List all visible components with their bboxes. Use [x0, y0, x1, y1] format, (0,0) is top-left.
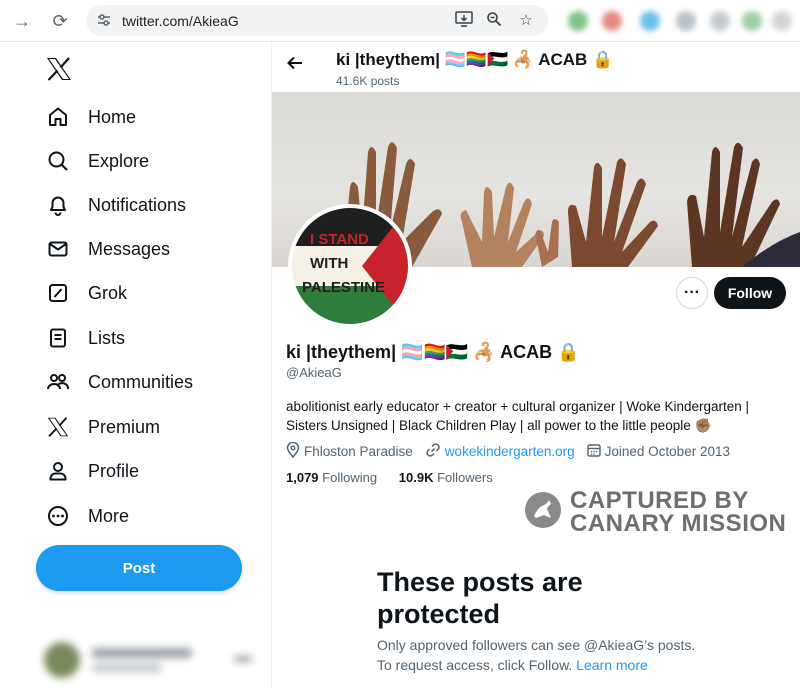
location: Fhloston Paradise [286, 441, 413, 461]
sidebar-item-premium[interactable]: Premium [44, 410, 160, 444]
location-text: Fhloston Paradise [304, 444, 413, 459]
more-options-button[interactable]: ··· [676, 277, 708, 309]
profile-display-name: ki |theythem| 🏳️‍⚧️🏳️‍🌈🇵🇸 🦂 ACAB 🔒 [286, 342, 580, 362]
sidebar-item-label: Lists [88, 327, 126, 348]
bookmark-star-icon[interactable]: ☆ [516, 11, 536, 29]
followers-count: 10.9K [398, 470, 434, 485]
protected-subtitle-prefix: To request access, click Follow. [377, 657, 577, 673]
home-icon [44, 103, 72, 131]
follow-button[interactable]: Follow [714, 277, 786, 309]
browser-toolbar: → ⟳ twitter.com/AkieaG ☆ [0, 0, 800, 42]
site-settings-icon[interactable] [96, 12, 112, 31]
profile-handle: @AkieaG [286, 365, 342, 380]
canary-logo-icon [524, 491, 562, 534]
profile-bio: abolitionist early educator + creator + … [286, 399, 750, 433]
following-link[interactable]: 1,079 Following [286, 470, 377, 485]
calendar-icon [586, 443, 601, 460]
header-display-name: ki |theythem| 🏳️‍⚧️🏳️‍🌈🇵🇸 🦂 ACAB 🔒 [336, 50, 614, 69]
sidebar-item-home[interactable]: Home [44, 100, 136, 134]
list-icon [44, 324, 72, 352]
sidebar-item-profile[interactable]: Profile [44, 454, 139, 488]
sidebar-item-more[interactable]: More [44, 499, 129, 533]
location-pin-icon [286, 441, 300, 461]
sidebar: Home Explore Notifications Messages Grok… [0, 42, 272, 687]
sidebar-item-grok[interactable]: Grok [44, 276, 127, 310]
envelope-icon [44, 235, 72, 263]
avatar-text-line2: WITH [310, 255, 348, 272]
sidebar-item-lists[interactable]: Lists [44, 321, 125, 355]
following-label: Following [322, 470, 378, 485]
sidebar-item-label: Communities [88, 371, 194, 392]
watermark-line1: CAPTURED BY [570, 487, 749, 514]
sidebar-item-label: Notifications [88, 194, 187, 215]
grok-icon [44, 279, 72, 307]
sidebar-item-label: Messages [88, 238, 171, 259]
sidebar-item-label: Premium [88, 416, 161, 437]
extension-icon[interactable] [602, 11, 622, 31]
header-posts-count: 41.6K posts [336, 74, 400, 88]
extension-icon[interactable] [710, 11, 730, 31]
sidebar-item-label: Explore [88, 150, 150, 171]
extension-icon[interactable] [640, 11, 660, 31]
install-app-icon[interactable] [454, 11, 474, 31]
sidebar-item-label: Grok [88, 282, 128, 303]
protected-title: These posts are protected [377, 567, 583, 629]
protected-message: Only approved followers can see @AkieaG’… [377, 635, 737, 675]
followers-link[interactable]: 10.9K Followers [399, 470, 493, 485]
sidebar-item-notifications[interactable]: Notifications [44, 188, 186, 222]
protected-subtitle-2: To request access, click Follow. Learn m… [377, 655, 737, 675]
avatar-text-line3: PALESTINE [302, 279, 385, 296]
post-button[interactable]: Post [36, 545, 242, 591]
sidebar-item-messages[interactable]: Messages [44, 232, 170, 266]
canary-mission-watermark: CAPTURED BY CANARY MISSION [524, 487, 787, 537]
link-icon [425, 442, 441, 461]
more-circle-icon [44, 502, 72, 530]
extension-icon[interactable] [568, 11, 588, 31]
extension-icon[interactable] [742, 11, 762, 31]
protected-subtitle: Only approved followers can see @AkieaG’… [377, 637, 696, 653]
website[interactable]: wokekindergarten.org [425, 442, 575, 461]
bell-icon [44, 191, 72, 219]
reload-icon[interactable]: ⟳ [48, 9, 72, 33]
back-arrow-icon[interactable] [286, 54, 304, 78]
sidebar-item-label: Home [88, 106, 137, 127]
learn-more-link[interactable]: Learn more [576, 657, 648, 673]
profile-main: ki |theythem| 🏳️‍⚧️🏳️‍🌈🇵🇸 🦂 ACAB 🔒 41.6K… [272, 42, 800, 687]
people-icon [44, 368, 72, 396]
profile-header-bar: ki |theythem| 🏳️‍⚧️🏳️‍🌈🇵🇸 🦂 ACAB 🔒 41.6K… [272, 42, 800, 92]
browser-menu-icon[interactable] [772, 11, 792, 31]
sidebar-item-explore[interactable]: Explore [44, 144, 149, 178]
watermark-line2: CANARY MISSION [570, 510, 787, 537]
followers-label: Followers [437, 470, 493, 485]
url-text: twitter.com/AkieaG [122, 13, 239, 29]
x-logo-icon[interactable] [46, 56, 72, 88]
x-icon [44, 413, 72, 441]
profile-avatar[interactable]: I STAND WITH PALESTINE [288, 204, 412, 328]
following-count: 1,079 [286, 470, 319, 485]
zoom-icon[interactable] [484, 11, 504, 31]
address-bar[interactable]: twitter.com/AkieaG ☆ [86, 5, 548, 36]
follow-stats: 1,079 Following 10.9K Followers [286, 470, 493, 485]
profile-meta: Fhloston Paradise wokekindergarten.org J… [286, 441, 742, 461]
account-switcher[interactable] [44, 640, 264, 680]
website-link[interactable]: wokekindergarten.org [445, 444, 575, 459]
extension-icon[interactable] [676, 11, 696, 31]
join-date-text: Joined October 2013 [604, 444, 730, 459]
avatar-text-line1: I STAND [310, 231, 369, 248]
person-icon [44, 457, 72, 485]
forward-icon[interactable]: → [10, 9, 34, 33]
sidebar-item-label: Profile [88, 460, 140, 481]
sidebar-item-label: More [88, 505, 130, 526]
search-icon [44, 147, 72, 175]
sidebar-item-communities[interactable]: Communities [44, 365, 193, 399]
join-date: Joined October 2013 [586, 443, 730, 460]
